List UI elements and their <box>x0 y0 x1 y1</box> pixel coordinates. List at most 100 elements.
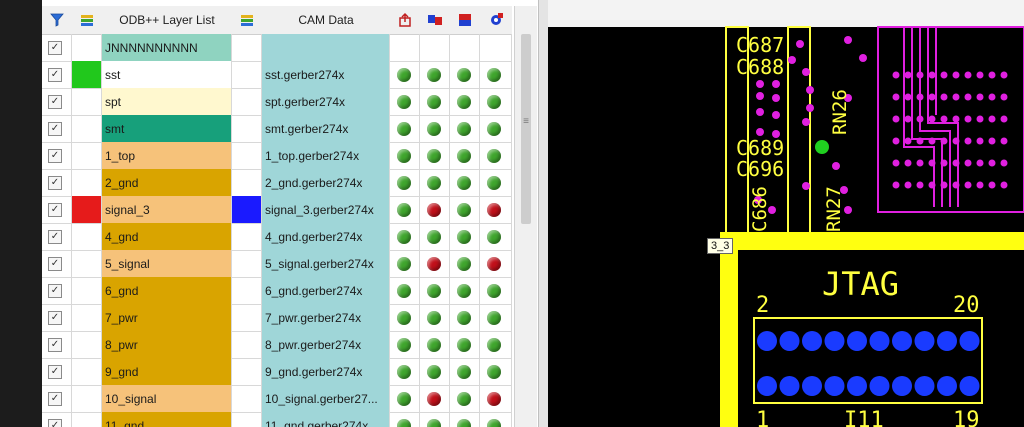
status-cell[interactable] <box>450 358 480 385</box>
status-led-green[interactable] <box>427 67 441 82</box>
layer-name[interactable]: 9_gnd <box>102 358 232 385</box>
cam-swatch[interactable] <box>232 196 262 223</box>
row-checkbox-cell[interactable]: ✓ <box>42 277 72 304</box>
scrollbar-thumb[interactable] <box>521 34 531 224</box>
layer-name[interactable]: 4_gnd <box>102 223 232 250</box>
status-led-green[interactable] <box>397 94 411 109</box>
overlay-icon[interactable] <box>450 6 480 34</box>
status-led-red[interactable] <box>427 256 441 271</box>
cam-file[interactable]: 5_signal.gerber274x <box>262 250 390 277</box>
status-cell[interactable] <box>420 331 450 358</box>
status-cell[interactable] <box>390 142 420 169</box>
row-swatch[interactable] <box>72 169 102 196</box>
row-checkbox-cell[interactable]: ✓ <box>42 358 72 385</box>
row-checkbox[interactable]: ✓ <box>48 175 62 190</box>
layer-row[interactable]: ✓ 1_top 1_top.gerber274x <box>42 142 512 170</box>
status-led-green[interactable] <box>457 391 471 406</box>
row-checkbox[interactable]: ✓ <box>48 202 62 217</box>
layers-stack-icon[interactable] <box>72 6 102 34</box>
cam-swatch[interactable] <box>232 223 262 250</box>
status-cell[interactable] <box>450 250 480 277</box>
status-cell[interactable] <box>480 169 512 196</box>
status-cell[interactable] <box>390 304 420 331</box>
status-led-green[interactable] <box>457 67 471 82</box>
status-cell[interactable] <box>480 142 512 169</box>
status-led-green[interactable] <box>457 256 471 271</box>
row-swatch[interactable] <box>72 142 102 169</box>
layer-row[interactable]: ✓ sst sst.gerber274x <box>42 61 512 89</box>
status-cell[interactable] <box>480 331 512 358</box>
row-swatch[interactable] <box>72 412 102 427</box>
row-checkbox-cell[interactable]: ✓ <box>42 196 72 223</box>
layer-name[interactable]: 8_pwr <box>102 331 232 358</box>
status-cell[interactable] <box>480 196 512 223</box>
row-swatch[interactable] <box>72 196 102 223</box>
status-cell[interactable] <box>420 34 450 61</box>
pcb-canvas[interactable]: C687 C688 RN26 C689 C696 C686 RN27 JTAG … <box>548 0 1024 427</box>
cam-swatch[interactable] <box>232 250 262 277</box>
status-led-green[interactable] <box>457 202 471 217</box>
row-checkbox[interactable]: ✓ <box>48 67 62 82</box>
layer-row[interactable]: ✓ 11_gnd 11_gnd.gerber274x <box>42 412 512 427</box>
status-cell[interactable] <box>450 169 480 196</box>
row-checkbox-cell[interactable]: ✓ <box>42 304 72 331</box>
layer-name[interactable]: 6_gnd <box>102 277 232 304</box>
vertical-scrollbar[interactable]: ≡ <box>514 6 537 427</box>
row-swatch[interactable] <box>72 304 102 331</box>
row-checkbox-cell[interactable]: ✓ <box>42 331 72 358</box>
cam-swatch[interactable] <box>232 277 262 304</box>
status-cell[interactable] <box>420 88 450 115</box>
status-led-green[interactable] <box>487 175 501 190</box>
row-checkbox[interactable]: ✓ <box>48 94 62 109</box>
cam-swatch[interactable] <box>232 115 262 142</box>
cam-file[interactable]: 10_signal.gerber27... <box>262 385 390 412</box>
status-led-green[interactable] <box>457 148 471 163</box>
layer-name[interactable]: 1_top <box>102 142 232 169</box>
cam-file[interactable]: 2_gnd.gerber274x <box>262 169 390 196</box>
status-cell[interactable] <box>480 88 512 115</box>
cam-file[interactable]: smt.gerber274x <box>262 115 390 142</box>
status-cell[interactable] <box>450 142 480 169</box>
cam-swatch[interactable] <box>232 385 262 412</box>
status-cell[interactable] <box>480 115 512 142</box>
row-checkbox[interactable]: ✓ <box>48 256 62 271</box>
layer-name[interactable]: 10_signal <box>102 385 232 412</box>
cam-file[interactable]: signal_3.gerber274x <box>262 196 390 223</box>
status-cell[interactable] <box>390 88 420 115</box>
row-swatch[interactable] <box>72 223 102 250</box>
row-checkbox-cell[interactable]: ✓ <box>42 88 72 115</box>
layer-name[interactable]: smt <box>102 115 232 142</box>
status-led-green[interactable] <box>457 175 471 190</box>
status-led-green[interactable] <box>457 94 471 109</box>
status-cell[interactable] <box>420 358 450 385</box>
row-swatch[interactable] <box>72 250 102 277</box>
status-led-green[interactable] <box>487 148 501 163</box>
status-cell[interactable] <box>390 277 420 304</box>
status-led-green[interactable] <box>457 418 471 427</box>
status-led-red[interactable] <box>427 391 441 406</box>
status-led-green[interactable] <box>427 364 441 379</box>
row-checkbox-cell[interactable]: ✓ <box>42 223 72 250</box>
status-cell[interactable] <box>420 61 450 88</box>
row-checkbox-cell[interactable]: ✓ <box>42 250 72 277</box>
status-led-green[interactable] <box>427 310 441 325</box>
row-swatch[interactable] <box>72 88 102 115</box>
status-led-green[interactable] <box>487 283 501 298</box>
layer-name[interactable]: sst <box>102 61 232 88</box>
row-checkbox[interactable]: ✓ <box>48 364 62 379</box>
layer-row[interactable]: ✓ 8_pwr 8_pwr.gerber274x <box>42 331 512 359</box>
status-led-green[interactable] <box>397 256 411 271</box>
status-cell[interactable] <box>420 223 450 250</box>
status-led-green[interactable] <box>427 229 441 244</box>
col-cam-data[interactable]: CAM Data <box>262 6 390 34</box>
layer-name[interactable]: JNNNNNNNNNN <box>102 34 232 61</box>
layer-name[interactable]: 5_signal <box>102 250 232 277</box>
status-cell[interactable] <box>420 385 450 412</box>
status-cell[interactable] <box>480 250 512 277</box>
status-led-green[interactable] <box>487 310 501 325</box>
cam-swatch[interactable] <box>232 169 262 196</box>
status-led-green[interactable] <box>457 229 471 244</box>
row-checkbox-cell[interactable]: ✓ <box>42 115 72 142</box>
status-cell[interactable] <box>420 304 450 331</box>
status-led-green[interactable] <box>457 121 471 136</box>
